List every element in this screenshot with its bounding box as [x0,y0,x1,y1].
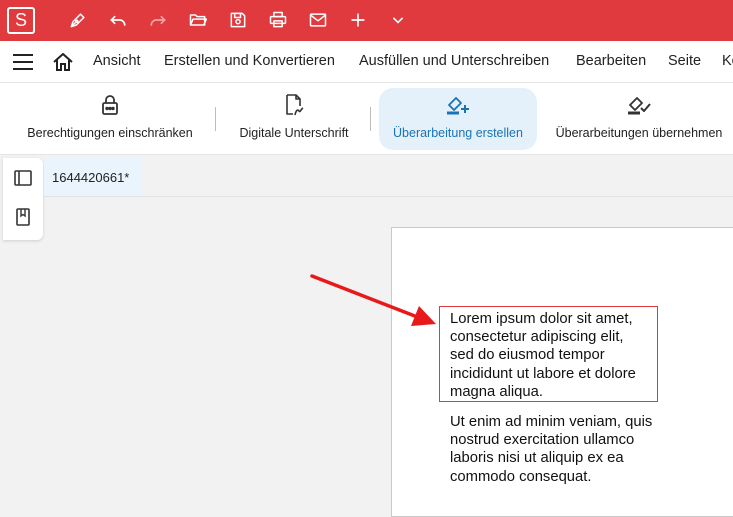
print-icon[interactable] [266,8,290,32]
redaction-apply-icon [626,92,652,118]
restrict-permissions-button[interactable]: Berechtigungen einschränken [18,88,202,150]
redo-icon [146,8,170,32]
ribbon-separator [215,107,216,131]
apply-redactions-button[interactable]: Überarbeitungen übernehmen [548,88,730,150]
ribbon-toolbar: Berechtigungen einschränken Digitale Unt… [0,83,733,155]
create-redaction-label: Überarbeitung erstellen [393,126,523,140]
title-bar: S [0,0,733,41]
undo-icon[interactable] [106,8,130,32]
lock-icon [97,92,123,118]
signature-document-icon [281,92,307,118]
paragraph-highlighted[interactable]: Lorem ipsum dolor sit amet, consectetur … [450,310,636,401]
digital-signature-label: Digitale Unterschrift [239,126,349,140]
paragraph-body[interactable]: Ut enim ad minim veniam, quis nostrud ex… [450,413,652,486]
tab-strip-divider [44,196,733,197]
chevron-down-icon[interactable] [386,8,410,32]
plus-icon[interactable] [346,8,370,32]
side-panel [3,158,43,240]
open-folder-icon[interactable] [186,8,210,32]
pen-icon[interactable] [66,8,90,32]
home-icon[interactable] [52,52,74,72]
apply-redactions-label: Überarbeitungen übernehmen [555,126,723,140]
ribbon-separator [370,107,371,131]
menu-item-erstellen[interactable]: Erstellen und Konvertieren [164,53,335,69]
redaction-create-icon [445,92,471,118]
document-tab-title: 1644420661* [52,169,130,185]
menu-bar: Ansicht Erstellen und Konvertieren Ausfü… [0,41,733,83]
menu-item-bearbeiten[interactable]: Bearbeiten [576,53,646,69]
app-logo[interactable]: S [7,7,35,34]
menu-item-truncated[interactable]: Ko [722,53,733,69]
create-redaction-button[interactable]: Überarbeitung erstellen [379,88,537,150]
mail-icon[interactable] [306,8,330,32]
bookmark-icon[interactable] [13,207,33,227]
panel-toggle-icon[interactable] [13,168,33,188]
menu-item-ansicht[interactable]: Ansicht [93,53,141,69]
document-tab[interactable]: 1644420661* [44,158,142,196]
hamburger-menu-icon[interactable] [12,53,34,71]
restrict-permissions-label: Berechtigungen einschränken [27,126,193,140]
menu-item-seite[interactable]: Seite [668,53,701,69]
digital-signature-button[interactable]: Digitale Unterschrift [228,88,360,150]
save-icon[interactable] [226,8,250,32]
menu-item-ausfuellen[interactable]: Ausfüllen und Unterschreiben [359,53,549,69]
